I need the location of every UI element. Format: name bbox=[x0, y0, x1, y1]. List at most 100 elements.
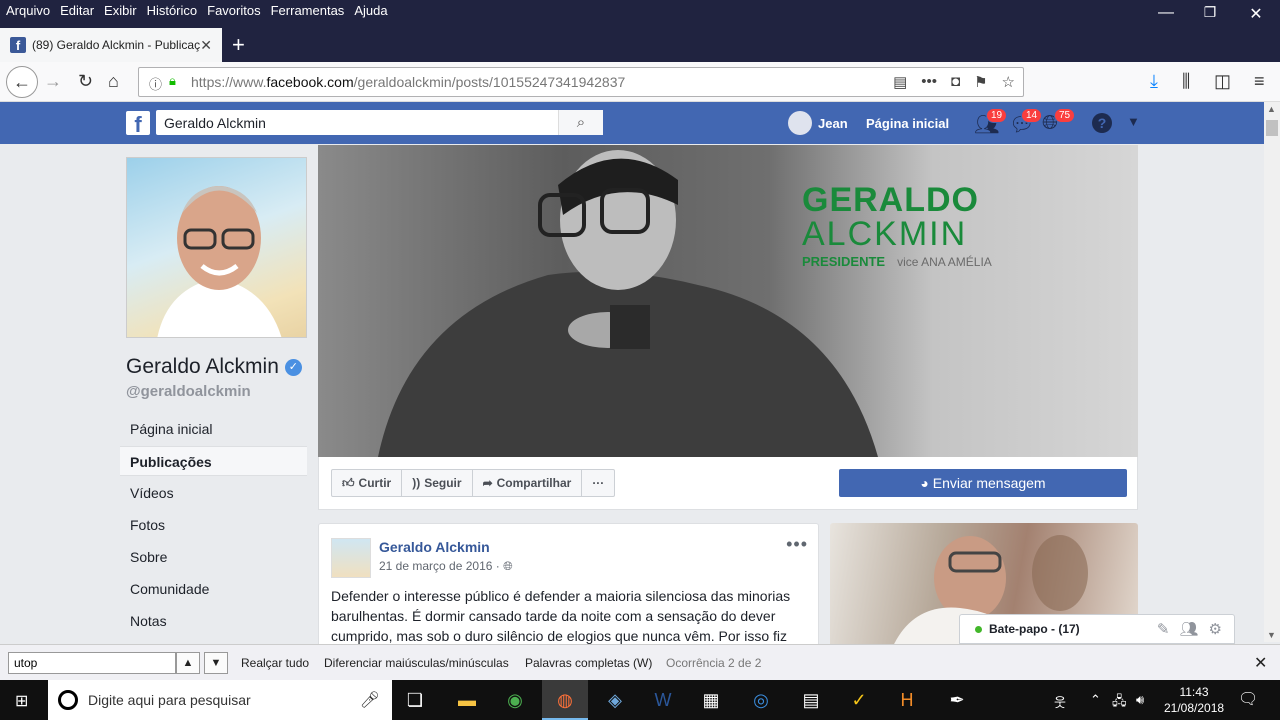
forward-button[interactable]: → bbox=[44, 71, 62, 92]
whole-words-option[interactable]: Palavras completas (W) bbox=[525, 656, 652, 670]
microphone-icon[interactable]: 🎤︎ bbox=[360, 690, 380, 710]
hamburger-menu-icon[interactable]: ≡ bbox=[1254, 71, 1265, 92]
post-author-avatar[interactable] bbox=[331, 538, 371, 578]
sidebar-item-videos[interactable]: Vídeos bbox=[120, 478, 307, 508]
maximize-button[interactable]: ❐ bbox=[1200, 4, 1220, 21]
info-icon[interactable]: ⓘ bbox=[149, 74, 162, 93]
notifications-icon[interactable]: 🌐︎ 75 bbox=[1042, 108, 1076, 135]
volume-icon[interactable]: 🔊︎ bbox=[1136, 692, 1144, 708]
reload-button[interactable]: ↻ bbox=[78, 71, 93, 92]
new-group-icon[interactable]: 👥︎ bbox=[1180, 620, 1199, 638]
friend-requests-icon[interactable]: 👥︎ 19 bbox=[974, 108, 1008, 137]
post-author-name[interactable]: Geraldo Alckmin bbox=[379, 539, 490, 555]
new-tab-button[interactable]: + bbox=[232, 32, 245, 58]
sidebar-item-fotos[interactable]: Fotos bbox=[120, 510, 307, 540]
page-handle[interactable]: @geraldoalckmin bbox=[126, 383, 251, 400]
task-view-icon[interactable]: ❏ bbox=[392, 680, 438, 720]
windows-start-icon[interactable]: ⊞ bbox=[15, 691, 28, 711]
fb-home-link[interactable]: Página inicial bbox=[866, 116, 949, 131]
firefox-icon[interactable]: ◍ bbox=[542, 680, 588, 720]
search-icon[interactable]: ⌕ bbox=[558, 110, 603, 135]
taskbar-search[interactable]: Digite aqui para pesquisar 🎤︎ bbox=[48, 680, 392, 720]
follow-button[interactable]: )) Seguir bbox=[402, 470, 473, 496]
page-scrollbar[interactable]: ▲ ▼ bbox=[1264, 102, 1280, 642]
chat-settings-icon[interactable]: ⚙ bbox=[1209, 620, 1222, 638]
menu-exibir[interactable]: Exibir bbox=[104, 3, 137, 18]
menu-arquivo[interactable]: Arquivo bbox=[6, 3, 50, 18]
help-icon[interactable]: ? bbox=[1092, 113, 1112, 133]
screenshot-icon[interactable]: ⚑ bbox=[974, 73, 987, 91]
tray-chevron-icon[interactable]: ⌃ bbox=[1090, 692, 1101, 708]
sidebar-item-sobre[interactable]: Sobre bbox=[120, 542, 307, 572]
tab-facebook[interactable]: f (89) Geraldo Alckmin - Publicaç ✕ bbox=[0, 28, 222, 62]
chrome-icon[interactable]: ◉ bbox=[492, 680, 538, 720]
sidebar-icon[interactable]: ◫ bbox=[1214, 71, 1231, 92]
file-explorer-icon[interactable]: ▬ bbox=[444, 680, 490, 720]
profile-picture[interactable] bbox=[126, 157, 307, 338]
like-button[interactable]: 👍︎ Curtir bbox=[332, 470, 403, 496]
back-button[interactable]: ← bbox=[6, 66, 38, 98]
system-clock[interactable]: 11:43 21/08/2018 bbox=[1164, 684, 1224, 716]
lock-icon[interactable]: 🔒︎ bbox=[169, 73, 176, 89]
find-previous-button[interactable]: ▲ bbox=[176, 652, 200, 674]
find-next-button[interactable]: ▼ bbox=[204, 652, 228, 674]
new-message-icon[interactable]: ✎ bbox=[1157, 620, 1170, 638]
people-icon[interactable]: 웃 bbox=[1054, 692, 1066, 711]
post-date[interactable]: 21 de março de 2016 · 🌐︎ bbox=[379, 559, 513, 574]
menu-editar[interactable]: Editar bbox=[60, 3, 94, 18]
find-input[interactable] bbox=[8, 652, 176, 674]
chat-label: Bate-papo - (17) bbox=[989, 622, 1080, 636]
network-tray-icon[interactable]: 🖧 bbox=[1112, 692, 1127, 714]
menu-historico[interactable]: Histórico bbox=[147, 3, 198, 18]
sidebar-item-comunidade[interactable]: Comunidade bbox=[120, 574, 307, 604]
mail-app-icon[interactable]: ◈ bbox=[592, 680, 638, 720]
home-button[interactable]: ⌂ bbox=[108, 71, 119, 92]
cover-photo[interactable]: GERALDO ALCKMIN PRESIDENTE vice ANA AMÉLI… bbox=[318, 145, 1138, 457]
more-options-button[interactable]: ··· bbox=[582, 470, 614, 496]
find-close-icon[interactable]: ✕ bbox=[1254, 653, 1267, 673]
signature-app-icon[interactable]: ✒ bbox=[934, 680, 980, 720]
h-app-icon[interactable]: H bbox=[884, 680, 930, 720]
campaign-logo: GERALDO ALCKMIN PRESIDENTE vice ANA AMÉLI… bbox=[802, 181, 992, 269]
downloads-icon[interactable]: ⤓ bbox=[1150, 71, 1158, 92]
sidebar-item-pagina-inicial[interactable]: Página inicial bbox=[120, 414, 307, 444]
network-app-icon[interactable]: ◎ bbox=[738, 680, 784, 720]
share-button[interactable]: ➦ Compartilhar bbox=[473, 470, 583, 496]
bookmark-star-icon[interactable]: ☆ bbox=[1002, 73, 1015, 91]
sidebar-item-publicacoes[interactable]: Publicações bbox=[120, 446, 307, 476]
norton-icon[interactable]: ✓ bbox=[836, 680, 882, 720]
post-card: Geraldo Alckmin 21 de março de 2016 · 🌐︎… bbox=[318, 523, 819, 653]
messages-icon[interactable]: 💬︎ 14 bbox=[1009, 108, 1043, 137]
url-bar[interactable]: ⓘ 🔒︎ https://www.facebook.com/geraldoalc… bbox=[138, 67, 1024, 97]
account-menu-icon[interactable]: ▼ bbox=[1127, 114, 1140, 129]
scroll-down-icon[interactable]: ▼ bbox=[1267, 630, 1276, 640]
find-bar: ▲ ▼ Realçar tudo Diferenciar maiúsculas/… bbox=[0, 644, 1280, 680]
tab-title: (89) Geraldo Alckmin - Publicaç bbox=[32, 38, 201, 52]
pocket-icon[interactable]: ◘ bbox=[951, 73, 960, 91]
close-window-button[interactable]: ✕ bbox=[1246, 4, 1266, 24]
send-message-button[interactable]: ◕ Enviar mensagem bbox=[839, 469, 1127, 497]
highlight-all-option[interactable]: Realçar tudo bbox=[241, 656, 309, 670]
calculator-icon[interactable]: ▦ bbox=[688, 680, 734, 720]
match-case-option[interactable]: Diferenciar maiúsculas/minúsculas bbox=[324, 656, 509, 670]
action-center-icon[interactable]: 🗨︎ bbox=[1238, 689, 1258, 709]
scroll-up-icon[interactable]: ▲ bbox=[1267, 104, 1276, 114]
page-title[interactable]: Geraldo Alckmin ✓ bbox=[126, 355, 302, 379]
scrollbar-thumb[interactable] bbox=[1266, 120, 1278, 136]
menu-ferramentas[interactable]: Ferramentas bbox=[271, 3, 345, 18]
reader-view-icon[interactable]: ▤ bbox=[893, 73, 907, 91]
minimize-button[interactable]: — bbox=[1156, 4, 1176, 22]
post-options-icon[interactable]: ••• bbox=[786, 534, 808, 555]
library-icon[interactable]: ⫼ bbox=[1182, 71, 1190, 92]
tab-close-icon[interactable]: ✕ bbox=[200, 37, 212, 54]
page-actions-icon[interactable]: ••• bbox=[921, 73, 937, 91]
word-icon[interactable]: W bbox=[640, 680, 686, 720]
menu-ajuda[interactable]: Ajuda bbox=[354, 3, 387, 18]
sidebar-item-notas[interactable]: Notas bbox=[120, 606, 307, 636]
chat-bar[interactable]: Bate-papo - (17) ✎ 👥︎ ⚙ bbox=[959, 614, 1235, 644]
menu-favoritos[interactable]: Favoritos bbox=[207, 3, 260, 18]
facebook-logo-icon[interactable]: f bbox=[126, 111, 150, 137]
facebook-search-input[interactable] bbox=[156, 110, 603, 135]
calendar-icon[interactable]: ▤ bbox=[788, 680, 834, 720]
user-profile-link[interactable]: Jean bbox=[788, 111, 848, 135]
